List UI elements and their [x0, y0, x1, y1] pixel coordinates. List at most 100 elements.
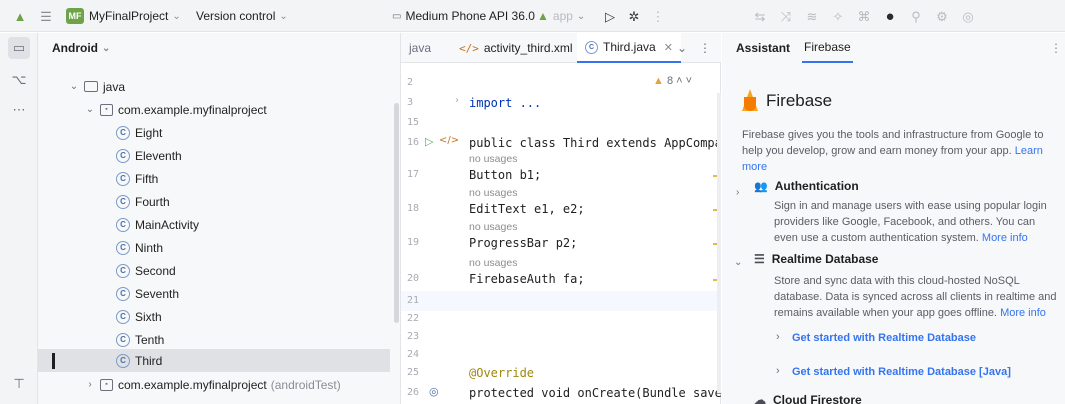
section-cloud-firestore[interactable]: ☁ Cloud Firestore	[754, 393, 862, 404]
chevron-right-icon[interactable]: ›	[776, 365, 780, 377]
tree-item-class[interactable]: C Eleventh	[38, 144, 390, 167]
line-number: 19	[407, 237, 420, 248]
project-folder-icon[interactable]: ▭	[8, 37, 30, 59]
tree-item-class[interactable]: C Ninth	[38, 236, 390, 259]
tree-item-class-selected[interactable]: C Third	[38, 349, 390, 372]
line-number: 15	[407, 117, 420, 128]
tree-item-label: Eleventh	[135, 148, 182, 163]
run-gutter-icon[interactable]: ▷	[425, 135, 433, 148]
gemini-icon[interactable]: ●	[882, 8, 898, 24]
project-name: MyFinalProject	[89, 9, 169, 23]
device-selector[interactable]: ▭ Medium Phone API 36.0 ⌄	[392, 0, 547, 32]
tab-overflow-button[interactable]: ⌄	[677, 33, 687, 63]
firebase-logo-icon-inner	[744, 97, 756, 111]
device-manager-icon[interactable]: ⌘	[856, 8, 872, 24]
tree-item-label: java	[103, 79, 126, 94]
tree-item-class[interactable]: C Second	[38, 259, 390, 282]
code-text: FirebaseAuth fa;	[469, 272, 585, 286]
more-vertical-icon[interactable]: ⋮	[1050, 33, 1062, 63]
chevron-up-icon[interactable]: ˄	[676, 75, 685, 87]
tree-item-class[interactable]: C Fifth	[38, 167, 390, 190]
run-config-name: app	[552, 9, 573, 23]
tree-item-label: Ninth	[135, 240, 164, 255]
fold-icon[interactable]: ›	[455, 95, 459, 106]
code-line-annotation: @Override	[469, 366, 534, 380]
get-started-realtime-db-link[interactable]: Get started with Realtime Database	[792, 332, 976, 344]
usages-hint[interactable]: no usages	[469, 221, 517, 233]
tree-item-package-test[interactable]: › ▪ com.example.myfinalproject (androidT…	[38, 373, 390, 396]
code-editor[interactable]: java </> activity_third.xml C Third.java…	[401, 33, 751, 404]
chevron-down-icon[interactable]: ˅	[686, 75, 692, 87]
tree-item-label: com.example.myfinalproject	[118, 377, 267, 392]
line-number: 26	[407, 387, 420, 398]
tab-firebase[interactable]: Firebase	[802, 33, 853, 63]
settings-icon[interactable]: ⚙	[934, 8, 950, 24]
run-icon[interactable]: ▷	[602, 8, 618, 24]
section-authentication[interactable]: 👥 Authentication	[754, 179, 859, 193]
more-tools-icon[interactable]: ⋯	[8, 99, 30, 121]
auth-more-info-link[interactable]: More info	[982, 232, 1028, 244]
line-number: 2	[407, 77, 414, 88]
db-more-info-link[interactable]: More info	[1000, 307, 1046, 319]
profiler-icon[interactable]: ✧	[830, 8, 846, 24]
class-icon: C	[116, 240, 130, 255]
db-description: Store and sync data with this cloud-host…	[774, 273, 1064, 321]
inspection-widget[interactable]: ▲ 8 ˄ ˅	[653, 75, 692, 87]
class-icon: C	[116, 194, 130, 209]
assistant-panel: Assistant Firebase ⋮ Firebase Firebase g…	[722, 33, 1065, 404]
editor-tab-bar: java </> activity_third.xml C Third.java…	[401, 33, 721, 63]
chevron-down-icon[interactable]: ⌄	[734, 257, 742, 268]
usages-hint[interactable]: no usages	[469, 257, 517, 269]
tree-item-class[interactable]: C Eight	[38, 121, 390, 144]
android-icon[interactable]: ▲	[12, 8, 28, 24]
usages-hint[interactable]: no usages	[469, 187, 517, 199]
chevron-right-icon[interactable]: ›	[736, 187, 739, 198]
project-selector[interactable]: MF MyFinalProject ⌄	[66, 0, 181, 32]
package-icon: ▪	[100, 378, 113, 391]
get-started-realtime-db-java-link[interactable]: Get started with Realtime Database [Java…	[792, 366, 1011, 378]
intro-text: Firebase gives you the tools and infrast…	[742, 129, 1044, 157]
project-scrollbar[interactable]	[394, 103, 399, 323]
usages-hint[interactable]: no usages	[469, 153, 517, 165]
tab-more-button[interactable]: ⋮	[699, 33, 711, 63]
close-icon[interactable]: ✕	[664, 41, 673, 54]
class-icon: C	[116, 309, 130, 324]
account-icon[interactable]: ◎	[960, 8, 976, 24]
override-gutter-icon[interactable]: ◎	[429, 385, 439, 398]
main-menu-icon[interactable]: ☰	[38, 8, 54, 24]
class-icon: C	[116, 171, 130, 186]
tree-item-class[interactable]: C Tenth	[38, 328, 390, 351]
more-actions-icon[interactable]: ⋮	[650, 8, 666, 24]
search-icon[interactable]: ⚲	[908, 8, 924, 24]
tree-item-class[interactable]: C Seventh	[38, 282, 390, 305]
class-icon: C	[116, 263, 130, 278]
tree-item-java[interactable]: ⌄ java	[38, 75, 390, 98]
tree-item-label: MainActivity	[135, 217, 200, 232]
apply-changes-icon[interactable]: ⇆	[752, 8, 768, 24]
tree-item-package[interactable]: ⌄ ▪ com.example.myfinalproject	[38, 98, 390, 121]
build-variants-icon[interactable]: ⊤	[8, 373, 30, 395]
debug-icon[interactable]: ✲	[626, 8, 642, 24]
version-control-menu[interactable]: Version control ⌄	[196, 0, 288, 32]
sync-icon[interactable]: ≋	[804, 8, 820, 24]
project-view-selector[interactable]: Android ⌄	[38, 33, 401, 63]
code-text: @Override	[469, 366, 535, 380]
tree-item-class[interactable]: C MainActivity	[38, 213, 390, 236]
xml-layout-gutter-icon[interactable]: </>	[439, 135, 459, 146]
chevron-down-icon: ⌄	[172, 10, 181, 22]
tree-item-class[interactable]: C Fourth	[38, 190, 390, 213]
line-number: 25	[407, 367, 420, 378]
apply-code-changes-icon[interactable]: ⤨	[778, 8, 794, 24]
structure-icon[interactable]: ⌥	[8, 69, 30, 91]
tree-item-class[interactable]: C Sixth	[38, 305, 390, 328]
tab-activity-third-xml[interactable]: </> activity_third.xml	[451, 33, 581, 63]
section-realtime-database[interactable]: ☰ Realtime Database	[754, 252, 878, 266]
run-config-selector[interactable]: ▲ app ⌄	[537, 0, 585, 32]
chevron-right-icon[interactable]: ›	[776, 331, 780, 343]
editor-scrollbar[interactable]	[717, 93, 721, 393]
tab-third-java[interactable]: C Third.java ✕	[577, 33, 681, 63]
chevron-down-icon[interactable]: ⌄	[68, 81, 80, 92]
tab-java[interactable]: java	[403, 33, 437, 63]
chevron-down-icon[interactable]: ⌄	[84, 104, 96, 115]
chevron-right-icon[interactable]: ›	[84, 379, 96, 390]
